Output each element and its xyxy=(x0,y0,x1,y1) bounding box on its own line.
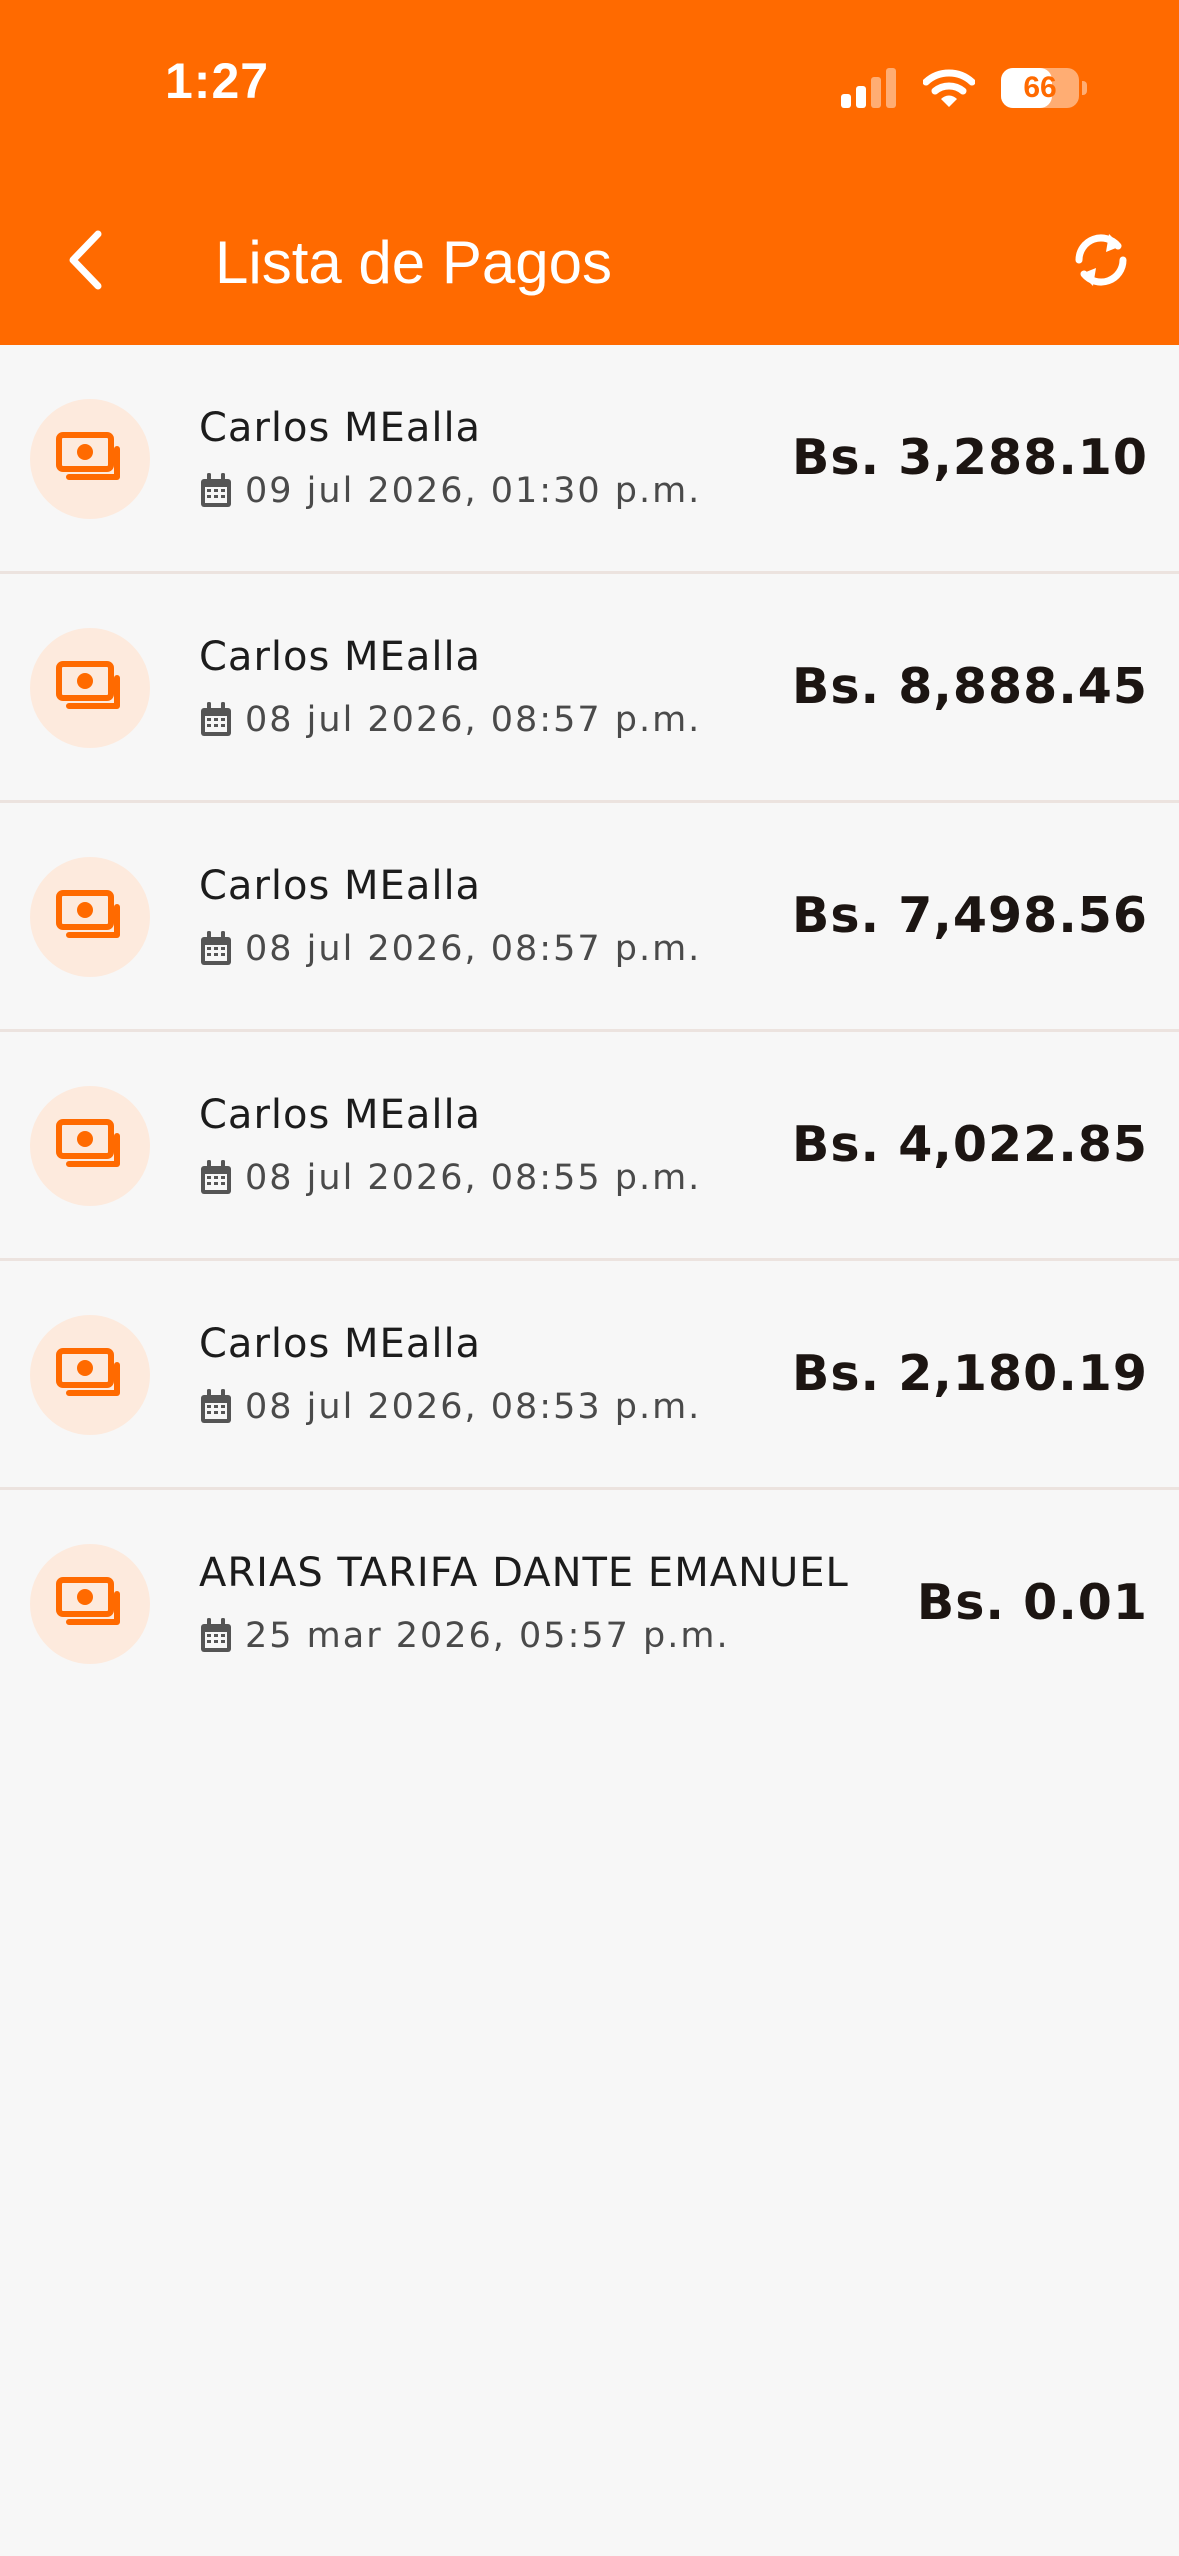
payment-amount: Bs. 0.01 xyxy=(916,1574,1148,1631)
wifi-icon xyxy=(923,69,975,107)
money-icon xyxy=(56,1348,120,1396)
payment-name: Carlos MEalla xyxy=(199,634,482,680)
payment-amount: Bs. 8,888.45 xyxy=(792,658,1148,715)
app-header: 1:27 66 Lista de Pagos xyxy=(0,0,1179,345)
payment-row[interactable]: Carlos MEalla 09 jul 2026, 01:30 p.m. Bs… xyxy=(0,345,1179,574)
payment-icon-badge xyxy=(30,399,150,519)
battery-tip xyxy=(1082,81,1087,95)
calendar-icon xyxy=(201,1160,231,1194)
calendar-icon xyxy=(201,702,231,736)
cellular-signal-icon xyxy=(841,68,896,108)
payment-row[interactable]: Carlos MEalla 08 jul 2026, 08:55 p.m. Bs… xyxy=(0,1032,1179,1261)
payment-icon-badge xyxy=(30,1544,150,1664)
battery-level-text: 66 xyxy=(1023,71,1057,104)
payment-date: 08 jul 2026, 08:53 p.m. xyxy=(199,1387,701,1427)
payment-name: Carlos MEalla xyxy=(199,1321,482,1367)
payment-name: Carlos MEalla xyxy=(199,863,482,909)
payment-date-text: 08 jul 2026, 08:57 p.m. xyxy=(245,700,702,740)
refresh-icon xyxy=(1075,234,1127,286)
calendar-icon xyxy=(201,931,231,965)
payment-icon-badge xyxy=(30,1315,150,1435)
payment-icon-badge xyxy=(30,857,150,977)
status-time: 1:27 xyxy=(165,53,270,109)
payment-amount: Bs. 4,022.85 xyxy=(792,1116,1148,1173)
payment-icon-badge xyxy=(30,628,150,748)
back-button[interactable] xyxy=(50,222,120,298)
payment-row[interactable]: ARIAS TARIFA DANTE EMANUEL 25 mar 2026, … xyxy=(0,1490,1179,1719)
money-icon xyxy=(56,661,120,709)
page-title: Lista de Pagos xyxy=(215,229,612,296)
payment-row[interactable]: Carlos MEalla 08 jul 2026, 08:57 p.m. Bs… xyxy=(0,574,1179,803)
money-icon xyxy=(56,1119,120,1167)
money-icon xyxy=(56,890,120,938)
payment-icon-badge xyxy=(30,1086,150,1206)
calendar-icon xyxy=(201,1618,231,1652)
refresh-button[interactable] xyxy=(1063,222,1139,298)
payment-name: Carlos MEalla xyxy=(199,405,482,451)
payment-name: Carlos MEalla xyxy=(199,1092,482,1138)
battery-icon: 66 xyxy=(1001,68,1087,108)
money-icon xyxy=(56,1577,120,1625)
payment-date-text: 09 jul 2026, 01:30 p.m. xyxy=(245,471,702,511)
payment-date: 25 mar 2026, 05:57 p.m. xyxy=(199,1616,730,1656)
payment-amount: Bs. 2,180.19 xyxy=(792,1345,1148,1402)
payment-date-text: 08 jul 2026, 08:55 p.m. xyxy=(245,1158,702,1198)
payment-date: 09 jul 2026, 01:30 p.m. xyxy=(199,471,701,511)
payment-date-text: 08 jul 2026, 08:53 p.m. xyxy=(245,1387,702,1427)
money-icon xyxy=(56,432,120,480)
payment-row[interactable]: Carlos MEalla 08 jul 2026, 08:53 p.m. Bs… xyxy=(0,1261,1179,1490)
calendar-icon xyxy=(201,1389,231,1423)
payment-date-text: 25 mar 2026, 05:57 p.m. xyxy=(245,1616,730,1656)
payment-amount: Bs. 3,288.10 xyxy=(792,429,1148,486)
payment-row[interactable]: Carlos MEalla 08 jul 2026, 08:57 p.m. Bs… xyxy=(0,803,1179,1032)
calendar-icon xyxy=(201,473,231,507)
payment-date-text: 08 jul 2026, 08:57 p.m. xyxy=(245,929,702,969)
payment-date: 08 jul 2026, 08:55 p.m. xyxy=(199,1158,701,1198)
payment-amount: Bs. 7,498.56 xyxy=(792,887,1148,944)
payment-name: ARIAS TARIFA DANTE EMANUEL xyxy=(199,1550,849,1596)
chevron-left-icon xyxy=(69,230,102,290)
payment-date: 08 jul 2026, 08:57 p.m. xyxy=(199,929,701,969)
payment-date: 08 jul 2026, 08:57 p.m. xyxy=(199,700,701,740)
payment-list: Carlos MEalla 09 jul 2026, 01:30 p.m. Bs… xyxy=(0,345,1179,1719)
status-icons: 66 xyxy=(841,66,1087,110)
